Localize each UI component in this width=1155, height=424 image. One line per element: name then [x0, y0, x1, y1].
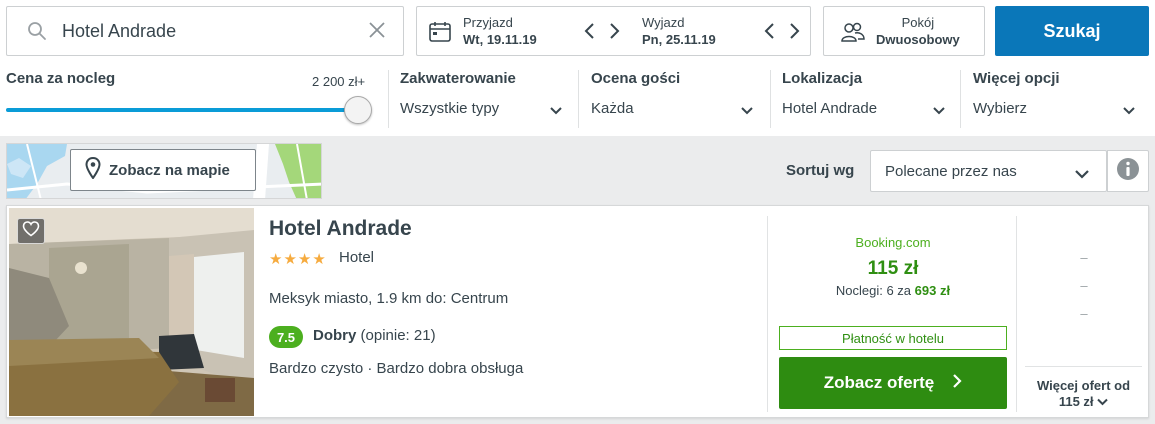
search-header: Hotel Andrade Przyjazd Wt, 19.11.19 Wyja…	[0, 0, 1155, 136]
checkin-prev-icon[interactable]	[583, 21, 597, 41]
location-filter[interactable]: Lokalizacja Hotel Andrade	[782, 70, 950, 126]
star-icon: ★	[297, 251, 312, 268]
checkout-next-icon[interactable]	[787, 21, 801, 41]
room-value: Dwuosobowy	[876, 32, 960, 47]
star-icon: ★	[312, 251, 326, 268]
alt-price: –	[1080, 278, 1088, 293]
pay-at-hotel-badge: Płatność w hotelu	[779, 326, 1007, 350]
star-icon: ★	[269, 251, 283, 268]
checkin-next-icon[interactable]	[607, 21, 621, 41]
chevron-down-icon	[740, 103, 754, 121]
more-offers-divider	[1025, 366, 1142, 367]
column-divider	[1016, 216, 1017, 412]
more-offers-button[interactable]: Więcej ofert od 115 zł	[1025, 378, 1142, 410]
chevron-down-icon	[549, 103, 563, 121]
rating-filter-value: Każda	[591, 100, 634, 117]
checkout-prev-icon[interactable]	[763, 21, 777, 41]
sort-select[interactable]: Polecane przez nas	[870, 150, 1107, 192]
info-button[interactable]	[1107, 150, 1149, 192]
hotel-photo[interactable]	[9, 208, 254, 416]
star-rating: ★ ★ ★ ★	[269, 250, 326, 268]
room-selector[interactable]: Pokój Dwuosobowy	[823, 6, 985, 56]
rating-summary[interactable]: Dobry (opinie: 21)	[313, 327, 436, 344]
nights-total-price: 693 zł	[914, 283, 951, 298]
checkout-label: Wyjazd	[642, 15, 685, 30]
filter-divider	[770, 70, 771, 128]
hotel-location: Meksyk miasto, 1.9 km do: Centrum	[269, 290, 509, 307]
more-options-filter[interactable]: Więcej opcji Wybierz	[973, 70, 1143, 126]
sort-value: Polecane przez nas	[885, 163, 1017, 180]
rating-score-badge: 7.5	[269, 326, 303, 348]
more-options-filter-value: Wybierz	[973, 100, 1028, 117]
nights-total: Noclegi: 6 za 693 zł	[779, 283, 1007, 298]
checkin-date[interactable]: Przyjazd Wt, 19.11.19	[463, 15, 537, 48]
room-label: Pokój	[901, 15, 935, 30]
view-deal-label: Zobacz ofertę	[823, 373, 935, 392]
location-filter-label: Lokalizacja	[782, 70, 863, 87]
filter-divider	[578, 70, 579, 128]
view-deal-button[interactable]: Zobacz ofertę	[779, 357, 1007, 409]
more-offers-price: 115 zł	[1058, 394, 1094, 409]
accommodation-filter-label: Zakwaterowanie	[400, 70, 516, 87]
checkin-label: Przyjazd	[463, 15, 513, 30]
guests-icon	[840, 21, 866, 48]
show-map-label: Zobacz na mapie	[109, 161, 230, 179]
location-filter-value: Hotel Andrade	[782, 100, 878, 117]
accommodation-filter[interactable]: Zakwaterowanie Wszystkie typy	[400, 70, 568, 126]
chevron-down-icon	[1074, 166, 1090, 184]
hotel-type: Hotel	[339, 249, 375, 266]
chevron-right-icon	[952, 373, 962, 394]
chevron-down-icon	[1122, 103, 1136, 121]
date-picker[interactable]: Przyjazd Wt, 19.11.19 Wyjazd Pn, 25.11.1…	[416, 6, 811, 56]
map-pin-icon	[85, 156, 101, 183]
favorite-button[interactable]	[17, 218, 45, 244]
rating-filter[interactable]: Ocena gości Każda	[591, 70, 759, 126]
chevron-down-icon	[1097, 394, 1108, 409]
rating-filter-label: Ocena gości	[591, 70, 681, 87]
info-icon	[1116, 157, 1140, 186]
price-filter-max: 2 200 zł+	[312, 74, 366, 89]
search-button[interactable]: Szukaj	[995, 6, 1149, 56]
column-divider	[767, 216, 768, 412]
search-input[interactable]: Hotel Andrade	[6, 6, 404, 56]
alt-price: –	[1080, 306, 1088, 321]
search-input-value[interactable]: Hotel Andrade	[62, 21, 176, 42]
more-options-filter-label: Więcej opcji	[973, 70, 1060, 87]
checkin-value: Wt, 19.11.19	[463, 32, 537, 47]
chevron-down-icon	[932, 103, 946, 121]
rating-reviews: (opinie: 21)	[360, 327, 436, 344]
search-icon	[27, 21, 47, 46]
hotel-features: Bardzo czysto · Bardzo dobra obsługa	[269, 360, 524, 377]
filter-divider	[960, 70, 961, 128]
checkout-date[interactable]: Wyjazd Pn, 25.11.19	[642, 15, 716, 48]
hotel-name[interactable]: Hotel Andrade	[269, 217, 412, 241]
hotel-result-card[interactable]: Hotel Andrade ★ ★ ★ ★ Hotel Meksyk miast…	[6, 205, 1149, 418]
price-slider-handle[interactable]	[344, 96, 372, 124]
heart-icon	[22, 220, 40, 242]
star-icon: ★	[283, 251, 297, 268]
accommodation-filter-value: Wszystkie typy	[400, 100, 500, 117]
deal-provider: Booking.com	[855, 235, 931, 250]
filter-divider	[388, 70, 389, 128]
clear-icon[interactable]	[367, 20, 387, 45]
deal-price[interactable]: 115 zł	[779, 258, 1007, 280]
checkout-value: Pn, 25.11.19	[642, 32, 716, 47]
alt-price: –	[1080, 250, 1088, 265]
rating-word: Dobry	[313, 327, 357, 344]
more-offers-line1: Więcej ofert od	[1036, 378, 1131, 393]
nights-text: Noclegi: 6 za	[835, 283, 912, 298]
calendar-icon	[429, 22, 451, 47]
price-slider-track[interactable]	[6, 108, 358, 112]
show-map-button[interactable]: Zobacz na mapie	[70, 149, 256, 191]
sort-label: Sortuj wg	[786, 162, 855, 179]
